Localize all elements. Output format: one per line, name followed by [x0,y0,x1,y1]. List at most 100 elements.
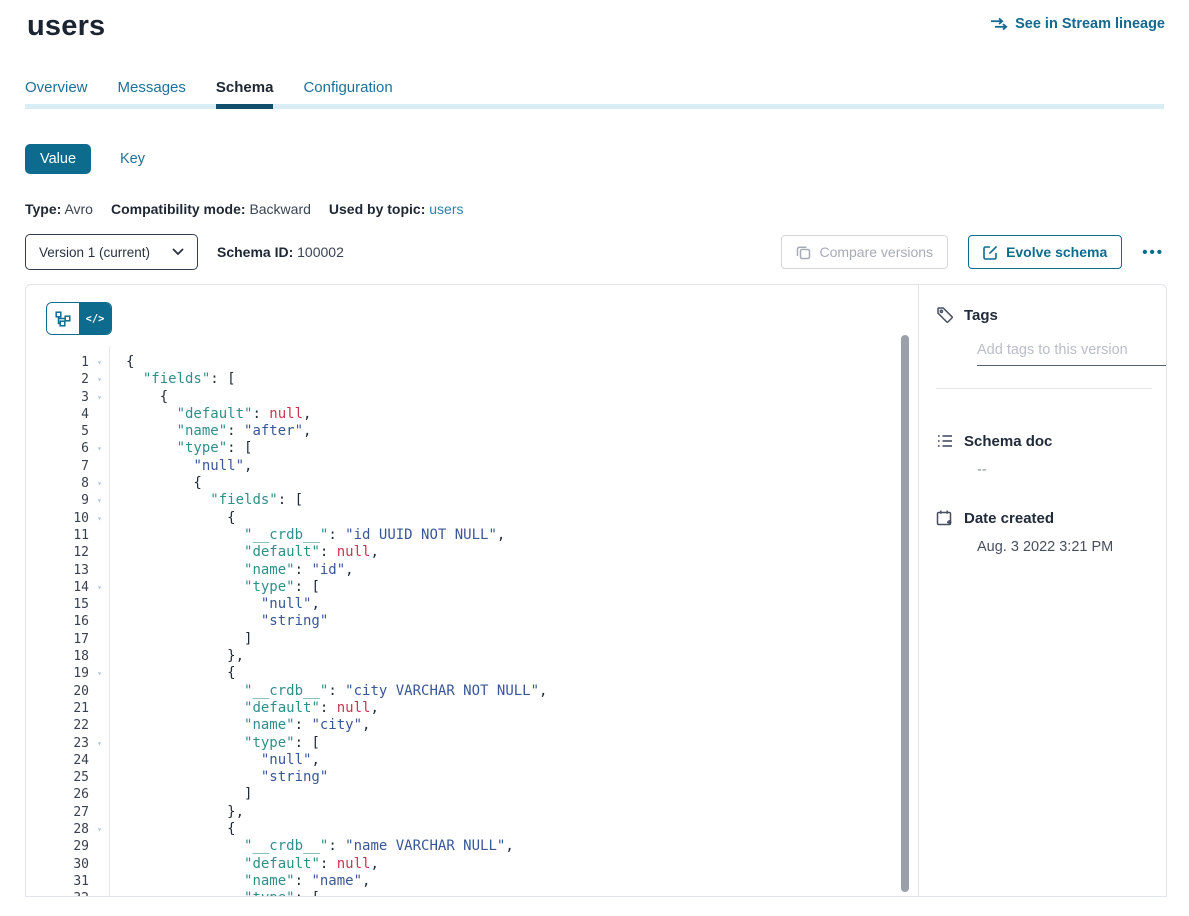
code-text: "__crdb__": "id UUID NOT NULL", [110,527,505,544]
fold-toggle-icon[interactable]: ▾ [89,890,110,897]
tree-view-button[interactable] [47,303,79,334]
editor-scrollbar[interactable] [901,335,909,892]
tab-bar: Overview Messages Schema Configuration [25,79,1164,109]
fold-spacer [89,406,110,423]
used-by-topic: Used by topic: users [329,201,464,217]
code-line: 8▾ { [26,475,918,492]
line-number: 17 [26,631,89,648]
sidebar-divider [936,388,1152,389]
tab-schema[interactable]: Schema [216,79,274,109]
line-number: 16 [26,613,89,630]
code-text: "null", [110,596,320,613]
code-text: "type": [ [110,440,252,457]
fold-toggle-icon[interactable]: ▾ [89,354,110,371]
fold-spacer [89,717,110,734]
code-text: { [110,821,236,838]
tag-icon [936,306,954,324]
version-select[interactable]: Version 1 (current) [25,234,198,270]
code-text: "type": [ [110,890,320,897]
code-line: 9▾ "fields": [ [26,492,918,509]
code-line: 28▾ { [26,821,918,838]
compare-versions-button[interactable]: Compare versions [781,235,948,269]
code-text: "fields": [ [110,371,236,388]
code-view-button[interactable]: </> [79,303,111,334]
code-text: "null", [110,752,320,769]
code-line: 23▾ "type": [ [26,735,918,752]
fold-toggle-icon[interactable]: ▾ [89,735,110,752]
fold-spacer [89,613,110,630]
fold-toggle-icon[interactable]: ▾ [89,665,110,682]
topic-link[interactable]: users [429,201,463,217]
code-line: 20 "__crdb__": "city VARCHAR NOT NULL", [26,683,918,700]
line-number: 2 [26,371,89,388]
line-number: 3 [26,389,89,406]
subject-toggle: Value Key [25,144,1164,174]
fold-toggle-icon[interactable]: ▾ [89,510,110,527]
line-number: 18 [26,648,89,665]
fold-spacer [89,700,110,717]
code-line: 1▾{ [26,354,918,371]
more-options-button[interactable]: ••• [1142,245,1164,260]
fold-spacer [89,769,110,786]
code-lines: 1▾{2▾ "fields": [3▾ {4 "default": null,5… [26,354,918,897]
schema-id: Schema ID: 100002 [217,244,344,260]
code-line: 4 "default": null, [26,406,918,423]
add-tags-input[interactable] [977,342,1167,366]
fold-toggle-icon[interactable]: ▾ [89,492,110,509]
schema-doc-icon [936,432,954,450]
code-text: }, [110,804,244,821]
code-line: 11 "__crdb__": "id UUID NOT NULL", [26,527,918,544]
stream-lineage-link[interactable]: See in Stream lineage [990,16,1165,32]
fold-spacer [89,856,110,873]
fold-spacer [89,423,110,440]
chevron-down-icon [172,248,184,256]
fold-toggle-icon[interactable]: ▾ [89,389,110,406]
code-text: "string" [110,769,328,786]
line-number: 29 [26,838,89,855]
schema-meta-row: Type: Avro Compatibility mode: Backward … [25,201,1164,217]
fold-spacer [89,596,110,613]
code-line: 3▾ { [26,389,918,406]
line-number: 12 [26,544,89,561]
line-number: 25 [26,769,89,786]
schema-panel: </> 1▾{2▾ "fields": [3▾ {4 "default": nu… [25,284,1167,897]
stream-lineage-label: See in Stream lineage [1015,16,1165,32]
tab-messages[interactable]: Messages [118,79,186,109]
code-text: { [110,510,236,527]
code-editor[interactable]: 1▾{2▾ "fields": [3▾ {4 "default": null,5… [26,354,918,897]
code-text: "fields": [ [110,492,303,509]
fold-toggle-icon[interactable]: ▾ [89,475,110,492]
code-text: "type": [ [110,579,320,596]
value-toggle-button[interactable]: Value [25,144,91,174]
code-line: 7 "null", [26,458,918,475]
fold-toggle-icon[interactable]: ▾ [89,579,110,596]
line-number: 19 [26,665,89,682]
line-number: 8 [26,475,89,492]
code-line: 10▾ { [26,510,918,527]
fold-spacer [89,838,110,855]
date-created-value: Aug. 3 2022 3:21 PM [977,539,1150,555]
code-text: "name": "id", [110,562,354,579]
fold-spacer [89,786,110,803]
code-text: "default": null, [110,406,311,423]
fold-spacer [89,683,110,700]
fold-spacer [89,752,110,769]
fold-toggle-icon[interactable]: ▾ [89,821,110,838]
key-toggle-link[interactable]: Key [120,151,145,167]
compare-versions-label: Compare versions [819,244,933,260]
fold-spacer [89,631,110,648]
line-number: 28 [26,821,89,838]
fold-toggle-icon[interactable]: ▾ [89,371,110,388]
line-number: 9 [26,492,89,509]
tab-configuration[interactable]: Configuration [303,79,392,109]
compat-value: Backward [249,201,310,217]
code-line: 32▾ "type": [ [26,890,918,897]
evolve-schema-icon [983,245,998,260]
schema-id-value: 100002 [297,244,344,260]
type-label: Type: [25,201,61,217]
evolve-schema-button[interactable]: Evolve schema [968,235,1122,269]
line-number: 20 [26,683,89,700]
tab-overview[interactable]: Overview [25,79,88,109]
code-line: 17 ] [26,631,918,648]
fold-toggle-icon[interactable]: ▾ [89,440,110,457]
